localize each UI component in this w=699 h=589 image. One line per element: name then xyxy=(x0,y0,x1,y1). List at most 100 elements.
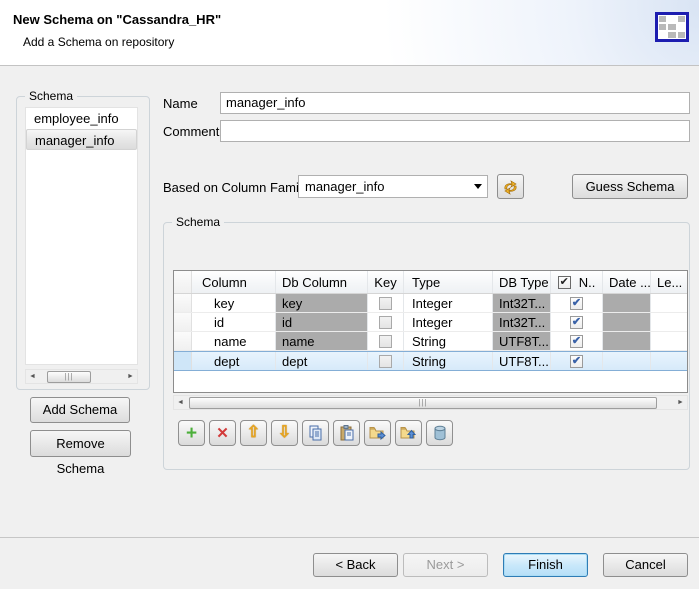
cell-db-type[interactable]: UTF8T... xyxy=(493,352,551,370)
column-header-date[interactable]: Date ... xyxy=(603,271,651,293)
cell-key[interactable] xyxy=(368,332,404,350)
move-up-button[interactable]: ⇧ xyxy=(240,420,267,446)
schema-list[interactable]: employee_info manager_info xyxy=(25,107,138,365)
reset-db-types-button[interactable] xyxy=(426,420,453,446)
table-row[interactable]: namename StringUTF8T... xyxy=(174,332,687,351)
column-header-column[interactable]: Column xyxy=(192,271,276,293)
cell-date[interactable] xyxy=(603,352,651,370)
cell-length[interactable] xyxy=(651,313,687,331)
table-row[interactable]: keykey IntegerInt32T... xyxy=(174,294,687,313)
add-row-button[interactable]: + xyxy=(178,420,205,446)
column-family-value: manager_info xyxy=(305,179,385,194)
guess-schema-button[interactable]: Guess Schema xyxy=(572,174,688,199)
row-indicator xyxy=(174,332,192,350)
select-all-checkbox[interactable] xyxy=(558,276,571,289)
table-row[interactable]: idid IntegerInt32T... xyxy=(174,313,687,332)
page-title: New Schema on "Cassandra_HR" xyxy=(13,12,221,27)
cell-length[interactable] xyxy=(651,352,687,370)
cell-date[interactable] xyxy=(603,294,651,312)
scroll-thumb[interactable]: ||| xyxy=(189,397,657,409)
cell-nullable[interactable] xyxy=(551,294,603,312)
table-row[interactable]: deptdept StringUTF8T... xyxy=(174,351,687,371)
scroll-right-icon[interactable]: ► xyxy=(124,370,137,383)
list-item-employee-info[interactable]: employee_info xyxy=(26,108,137,129)
column-header-key[interactable]: Key xyxy=(368,271,404,293)
cell-length[interactable] xyxy=(651,332,687,350)
add-schema-button[interactable]: Add Schema xyxy=(30,397,130,423)
nullable-checkbox[interactable] xyxy=(570,355,583,368)
cell-nullable[interactable] xyxy=(551,352,603,370)
chevron-down-icon xyxy=(474,184,482,189)
cell-length[interactable] xyxy=(651,294,687,312)
column-header-type[interactable]: Type xyxy=(404,271,493,293)
schema-list-hscrollbar[interactable]: ◄ ||| ► xyxy=(25,369,138,384)
page-subtitle: Add a Schema on repository xyxy=(23,35,174,49)
refresh-arrows-icon xyxy=(502,179,519,195)
cell-db-column[interactable]: dept xyxy=(276,352,368,370)
scroll-right-icon[interactable]: ► xyxy=(674,396,687,409)
column-family-select[interactable]: manager_info xyxy=(298,175,488,198)
key-checkbox[interactable] xyxy=(379,297,392,310)
nullable-checkbox[interactable] xyxy=(570,335,583,348)
cell-key[interactable] xyxy=(368,294,404,312)
cell-column[interactable]: dept xyxy=(192,352,276,370)
nullable-checkbox[interactable] xyxy=(570,297,583,310)
wizard-header: New Schema on "Cassandra_HR" Add a Schem… xyxy=(0,0,699,66)
export-schema-button[interactable] xyxy=(364,420,391,446)
move-down-button[interactable]: ⇩ xyxy=(271,420,298,446)
remove-schema-button[interactable]: Remove Schema xyxy=(30,430,131,457)
import-schema-button[interactable] xyxy=(395,420,422,446)
cell-date[interactable] xyxy=(603,332,651,350)
column-header-nullable[interactable]: N.. xyxy=(551,271,603,293)
column-family-label: Based on Column Family xyxy=(163,180,308,195)
cell-db-type[interactable]: UTF8T... xyxy=(493,332,551,350)
column-header-db-type[interactable]: DB Type xyxy=(493,271,551,293)
scroll-thumb[interactable]: ||| xyxy=(47,371,91,383)
name-input[interactable]: manager_info xyxy=(220,92,690,114)
import-folder-icon xyxy=(400,425,417,441)
finish-button[interactable]: Finish xyxy=(503,553,588,577)
cell-db-type[interactable]: Int32T... xyxy=(493,294,551,312)
cell-type[interactable]: String xyxy=(404,332,493,350)
column-header-length[interactable]: Le... xyxy=(651,271,687,293)
cell-type[interactable]: Integer xyxy=(404,313,493,331)
arrow-up-icon: ⇧ xyxy=(247,425,260,441)
schema-list-group-label: Schema xyxy=(25,89,77,103)
cell-nullable[interactable] xyxy=(551,313,603,331)
paste-button[interactable] xyxy=(333,420,360,446)
comment-input[interactable] xyxy=(220,120,690,142)
delete-row-button[interactable]: ✕ xyxy=(209,420,236,446)
table-hscrollbar[interactable]: ◄ ||| ► xyxy=(173,395,688,410)
column-header-db-column[interactable]: Db Column xyxy=(276,271,368,293)
delete-icon: ✕ xyxy=(216,426,229,441)
nullable-checkbox[interactable] xyxy=(570,316,583,329)
copy-button[interactable] xyxy=(302,420,329,446)
scroll-left-icon[interactable]: ◄ xyxy=(26,370,39,383)
cell-nullable[interactable] xyxy=(551,332,603,350)
cell-type[interactable]: String xyxy=(404,352,493,370)
cell-db-column[interactable]: name xyxy=(276,332,368,350)
cell-db-type[interactable]: Int32T... xyxy=(493,313,551,331)
cell-column[interactable]: key xyxy=(192,294,276,312)
cancel-button[interactable]: Cancel xyxy=(603,553,688,577)
cell-type[interactable]: Integer xyxy=(404,294,493,312)
scroll-left-icon[interactable]: ◄ xyxy=(174,396,187,409)
cell-column[interactable]: id xyxy=(192,313,276,331)
cell-db-column[interactable]: id xyxy=(276,313,368,331)
refresh-column-family-button[interactable] xyxy=(497,174,524,199)
key-checkbox[interactable] xyxy=(379,335,392,348)
footer-separator xyxy=(0,537,699,538)
cell-db-column[interactable]: key xyxy=(276,294,368,312)
next-button[interactable]: Next > xyxy=(403,553,488,577)
comment-label: Comment xyxy=(163,124,219,139)
cell-key[interactable] xyxy=(368,313,404,331)
back-button[interactable]: < Back xyxy=(313,553,398,577)
cell-column[interactable]: name xyxy=(192,332,276,350)
new-schema-wizard-dialog: New Schema on "Cassandra_HR" Add a Schem… xyxy=(0,0,699,589)
key-checkbox[interactable] xyxy=(379,355,392,368)
key-checkbox[interactable] xyxy=(379,316,392,329)
cell-key[interactable] xyxy=(368,352,404,370)
nullable-header-label: N.. xyxy=(579,275,596,290)
cell-date[interactable] xyxy=(603,313,651,331)
list-item-manager-info[interactable]: manager_info xyxy=(26,129,137,150)
